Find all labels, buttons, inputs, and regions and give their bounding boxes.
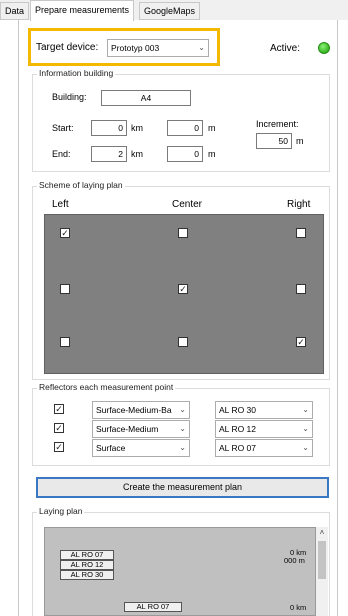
laying-marker-2-km: 0 km (290, 603, 307, 612)
target-device-label: Target device: (36, 42, 99, 53)
scheme-checkbox-row1-left[interactable]: ✓ (60, 228, 70, 238)
end-km-unit: km (131, 149, 143, 159)
reflector-select-3-value: AL RO 07 (219, 443, 257, 453)
end-label: End: (52, 149, 71, 159)
scheme-checkbox-row2-right[interactable] (296, 284, 306, 294)
information-building-title: Information building (37, 68, 116, 78)
target-device-value: Prototyp 003 (111, 43, 160, 53)
start-m-unit: m (208, 123, 216, 133)
end-m-input[interactable]: 0 (167, 146, 203, 162)
chevron-down-icon: ⌄ (179, 443, 186, 452)
tab-prepare-measurements[interactable]: Prepare measurements (30, 0, 135, 21)
laying-marker-1-m: 000 m (284, 556, 305, 565)
reflector-select-1-value: AL RO 30 (219, 405, 257, 415)
surface-select-2[interactable]: Surface-Medium ⌄ (92, 420, 190, 438)
create-measurement-plan-button[interactable]: Create the measurement plan (36, 477, 329, 498)
reflector-select-3[interactable]: AL RO 07 ⌄ (215, 439, 313, 457)
chevron-down-icon: ⌄ (302, 424, 309, 433)
laying-plan-title: Laying plan (37, 506, 85, 516)
start-m-input[interactable]: 0 (167, 120, 203, 136)
chevron-down-icon: ⌄ (179, 405, 186, 414)
scroll-thumb[interactable] (318, 541, 326, 579)
start-km-input[interactable]: 0 (91, 120, 127, 136)
scheme-checkbox-row3-center[interactable] (178, 337, 188, 347)
chevron-down-icon: ⌄ (302, 443, 309, 452)
laying-plan-scrollbar[interactable]: ˄ (316, 527, 328, 616)
laying-bottom-item: AL RO 07 (124, 602, 182, 612)
reflectors-title: Reflectors each measurement point (37, 382, 176, 392)
reflector-row-1-checkbox[interactable]: ✓ (54, 404, 64, 414)
chevron-down-icon: ⌄ (198, 43, 205, 52)
surface-select-1-value: Surface-Medium-Ba (96, 405, 172, 415)
start-km-unit: km (131, 123, 143, 133)
start-label: Start: (52, 123, 74, 133)
reflector-select-1[interactable]: AL RO 30 ⌄ (215, 401, 313, 419)
scheme-right-label: Right (287, 199, 311, 210)
target-device-select[interactable]: Prototyp 003 ⌄ (107, 39, 209, 57)
increment-unit: m (296, 136, 304, 146)
tab-data[interactable]: Data (0, 2, 30, 20)
scheme-checkbox-row1-center[interactable] (178, 228, 188, 238)
tab-googlemaps[interactable]: GoogleMaps (139, 2, 201, 20)
scheme-checkbox-row1-right[interactable] (296, 228, 306, 238)
scheme-checkbox-row3-right[interactable]: ✓ (296, 337, 306, 347)
reflector-row-3-checkbox[interactable]: ✓ (54, 442, 64, 452)
reflector-select-2[interactable]: AL RO 12 ⌄ (215, 420, 313, 438)
surface-select-3[interactable]: Surface ⌄ (92, 439, 190, 457)
end-km-input[interactable]: 2 (91, 146, 127, 162)
scheme-center-label: Center (172, 199, 203, 210)
chevron-down-icon: ⌄ (302, 405, 309, 414)
tab-bar: Data Prepare measurements GoogleMaps (0, 0, 348, 21)
surface-select-3-value: Surface (96, 443, 126, 453)
increment-input[interactable]: 50 (256, 133, 292, 149)
chevron-down-icon: ⌄ (179, 424, 186, 433)
end-m-unit: m (208, 149, 216, 159)
scheme-checkbox-row3-left[interactable] (60, 337, 70, 347)
active-status-indicator (318, 42, 330, 54)
building-input[interactable]: A4 (101, 90, 191, 106)
laying-stack-item-3: AL RO 30 (60, 570, 114, 580)
active-label: Active: (270, 43, 301, 54)
scheme-checkbox-row2-left[interactable] (60, 284, 70, 294)
surface-select-2-value: Surface-Medium (96, 424, 159, 434)
scroll-up-arrow-icon[interactable]: ˄ (316, 527, 328, 539)
reflector-row-2-checkbox[interactable]: ✓ (54, 423, 64, 433)
scheme-left-label: Left (52, 199, 69, 210)
laying-stack-item-1: AL RO 07 (60, 550, 114, 560)
scheme-grid-area (44, 214, 324, 374)
surface-select-1[interactable]: Surface-Medium-Ba ⌄ (92, 401, 190, 419)
scheme-laying-plan-title: Scheme of laying plan (37, 180, 125, 190)
reflector-select-2-value: AL RO 12 (219, 424, 257, 434)
building-label: Building: (52, 92, 87, 102)
laying-stack-item-2: AL RO 12 (60, 560, 114, 570)
scheme-checkbox-row2-center[interactable]: ✓ (178, 284, 188, 294)
increment-label: Increment: (256, 119, 299, 129)
